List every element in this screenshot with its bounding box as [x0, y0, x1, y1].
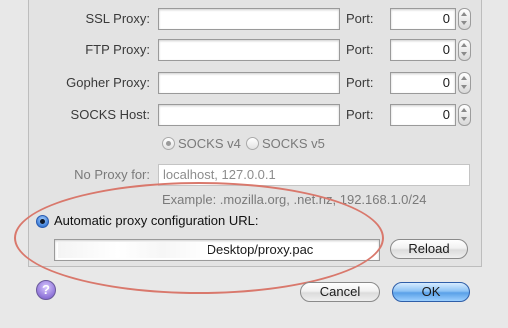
stepper-down-icon[interactable] [459, 115, 470, 125]
gopher-proxy-host-input[interactable] [158, 72, 340, 94]
socks-port-input[interactable]: 0 [390, 104, 456, 126]
ftp-port-label: Port: [346, 42, 374, 57]
stepper-up-icon[interactable] [459, 105, 470, 115]
no-proxy-example: Example: .mozilla.org, .net.nz, 192.168.… [162, 192, 427, 207]
socks-v4-radio[interactable] [162, 137, 175, 150]
ftp-proxy-label: FTP Proxy: [85, 42, 150, 57]
no-proxy-input[interactable]: localhost, 127.0.0.1 [158, 164, 470, 186]
cancel-button[interactable]: Cancel [300, 282, 380, 302]
stepper-down-icon[interactable] [459, 19, 470, 29]
ftp-proxy-host-input[interactable] [158, 39, 340, 61]
socks-host-input[interactable] [158, 104, 340, 126]
help-button[interactable]: ? [36, 280, 56, 300]
ssl-port-stepper[interactable] [458, 8, 471, 30]
ssl-proxy-label: SSL Proxy: [85, 11, 150, 26]
socks-port-stepper[interactable] [458, 104, 471, 126]
socks-v4-label[interactable]: SOCKS v4 [178, 136, 241, 151]
auto-proxy-radio[interactable] [36, 215, 49, 228]
ssl-proxy-host-input[interactable] [158, 8, 340, 30]
ssl-port-input[interactable]: 0 [390, 8, 456, 30]
gopher-proxy-label: Gopher Proxy: [66, 75, 150, 90]
no-proxy-label: No Proxy for: [74, 167, 150, 182]
ok-button[interactable]: OK [392, 282, 470, 302]
gopher-port-input[interactable]: 0 [390, 72, 456, 94]
redacted-path-area [58, 242, 208, 258]
reload-button[interactable]: Reload [390, 239, 468, 259]
stepper-down-icon[interactable] [459, 50, 470, 60]
stepper-up-icon[interactable] [459, 9, 470, 19]
socks-v5-radio[interactable] [246, 137, 259, 150]
ssl-port-label: Port: [346, 11, 374, 26]
ftp-port-stepper[interactable] [458, 39, 471, 61]
socks-port-label: Port: [346, 107, 374, 122]
stepper-up-icon[interactable] [459, 73, 470, 83]
stepper-down-icon[interactable] [459, 83, 470, 93]
stepper-up-icon[interactable] [459, 40, 470, 50]
gopher-port-stepper[interactable] [458, 72, 471, 94]
socks-v5-label[interactable]: SOCKS v5 [262, 136, 325, 151]
socks-host-label: SOCKS Host: [70, 107, 150, 122]
gopher-port-label: Port: [346, 75, 374, 90]
auto-proxy-label[interactable]: Automatic proxy configuration URL: [54, 213, 258, 228]
ftp-port-input[interactable]: 0 [390, 39, 456, 61]
